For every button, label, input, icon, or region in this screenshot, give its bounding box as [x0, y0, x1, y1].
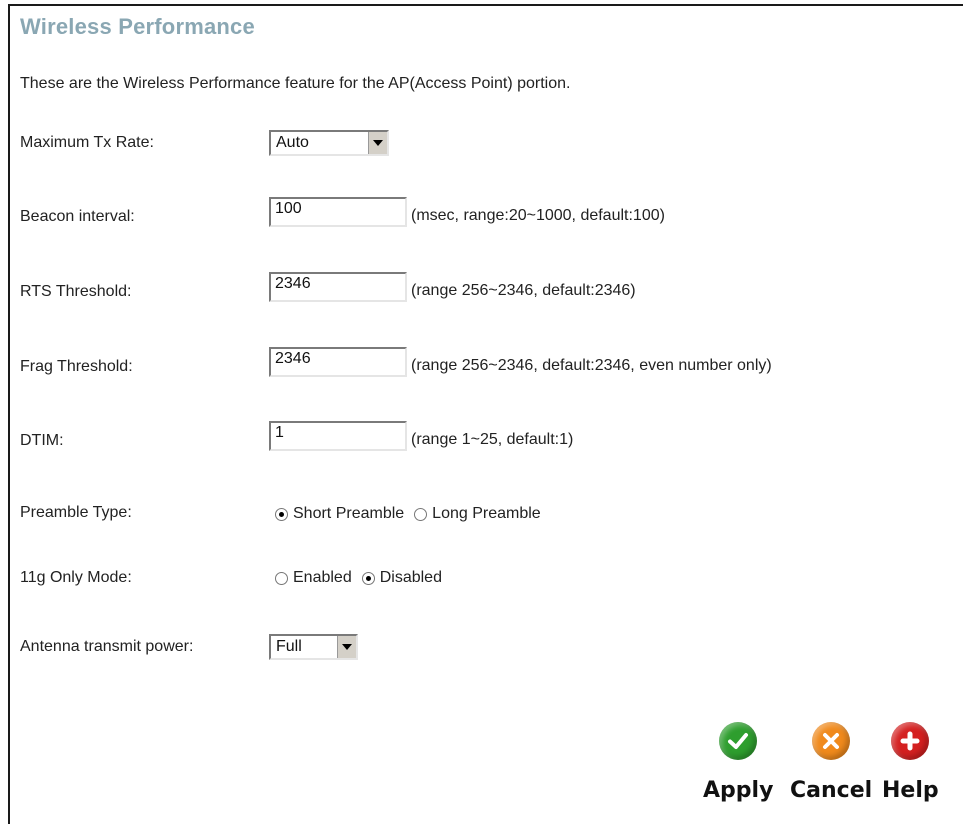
- beacon-interval-control: 100 (msec, range:20~1000, default:100): [269, 197, 665, 227]
- enabled-radio[interactable]: [275, 571, 288, 585]
- preamble-type-row: Preamble Type:: [20, 498, 132, 528]
- rts-threshold-input[interactable]: 2346: [269, 272, 407, 302]
- beacon-interval-hint: (msec, range:20~1000, default:100): [411, 207, 665, 224]
- long-preamble-radio[interactable]: [414, 507, 428, 521]
- g-only-mode-control: Enabled Disabled: [269, 569, 446, 587]
- page-title: Wireless Performance: [20, 14, 255, 39]
- chevron-down-icon[interactable]: [337, 636, 356, 658]
- rts-threshold-row: RTS Threshold:: [20, 277, 131, 307]
- max-tx-rate-control: Auto: [269, 130, 389, 156]
- max-tx-rate-row: Maximum Tx Rate:: [20, 128, 154, 158]
- enabled-label[interactable]: Enabled: [293, 569, 352, 587]
- frag-threshold-input[interactable]: 2346: [269, 347, 407, 377]
- preamble-type-radio-group: Short Preamble Long Preamble: [269, 505, 545, 523]
- antenna-power-select[interactable]: Full: [269, 634, 358, 660]
- disabled-label[interactable]: Disabled: [380, 569, 442, 587]
- chevron-down-icon[interactable]: [368, 132, 387, 154]
- max-tx-rate-value: Auto: [276, 134, 309, 151]
- frag-threshold-row: Frag Threshold:: [20, 352, 133, 382]
- cancel-button[interactable]: Cancel: [790, 722, 872, 803]
- apply-button[interactable]: Apply: [703, 722, 773, 803]
- frag-threshold-control: 2346 (range 256~2346, default:2346, even…: [269, 347, 772, 377]
- dtim-control: 1 (range 1~25, default:1): [269, 421, 573, 451]
- rts-threshold-label: RTS Threshold:: [20, 283, 132, 300]
- preamble-type-control: Short Preamble Long Preamble: [269, 505, 545, 523]
- beacon-interval-label: Beacon interval:: [20, 208, 135, 225]
- close-icon[interactable]: [812, 722, 851, 760]
- rts-threshold-control: 2346 (range 256~2346, default:2346): [269, 272, 636, 302]
- rts-threshold-hint: (range 256~2346, default:2346): [411, 282, 636, 299]
- checkmark-icon[interactable]: [719, 722, 758, 760]
- g-only-mode-radio-group: Enabled Disabled: [269, 569, 446, 587]
- max-tx-rate-label: Maximum Tx Rate:: [20, 134, 154, 151]
- short-preamble-label[interactable]: Short Preamble: [293, 505, 404, 523]
- antenna-power-value: Full: [276, 638, 302, 655]
- beacon-interval-row: Beacon interval:: [20, 202, 135, 232]
- dtim-input[interactable]: 1: [269, 421, 407, 451]
- frag-threshold-hint: (range 256~2346, default:2346, even numb…: [411, 357, 772, 374]
- antenna-power-row: Antenna transmit power:: [20, 632, 193, 662]
- content-frame: [8, 4, 963, 824]
- help-label[interactable]: Help: [882, 778, 939, 803]
- preamble-type-label: Preamble Type:: [20, 504, 132, 521]
- beacon-interval-input[interactable]: 100: [269, 197, 407, 227]
- antenna-power-control: Full: [269, 634, 358, 660]
- dtim-hint: (range 1~25, default:1): [411, 431, 574, 448]
- dtim-label: DTIM:: [20, 432, 64, 449]
- g-only-mode-row: 11g Only Mode:: [20, 563, 132, 593]
- dtim-row: DTIM:: [20, 426, 64, 456]
- apply-label[interactable]: Apply: [703, 778, 773, 803]
- g-only-mode-label: 11g Only Mode:: [20, 569, 132, 586]
- frag-threshold-label: Frag Threshold:: [20, 358, 133, 375]
- page-description: These are the Wireless Performance featu…: [20, 75, 571, 92]
- plus-icon[interactable]: [891, 722, 930, 760]
- disabled-radio[interactable]: [361, 571, 375, 585]
- long-preamble-label[interactable]: Long Preamble: [432, 505, 541, 523]
- antenna-power-label: Antenna transmit power:: [20, 638, 194, 655]
- help-button[interactable]: Help: [882, 722, 939, 803]
- short-preamble-radio[interactable]: [275, 507, 288, 521]
- cancel-label[interactable]: Cancel: [790, 778, 872, 803]
- max-tx-rate-select[interactable]: Auto: [269, 130, 389, 156]
